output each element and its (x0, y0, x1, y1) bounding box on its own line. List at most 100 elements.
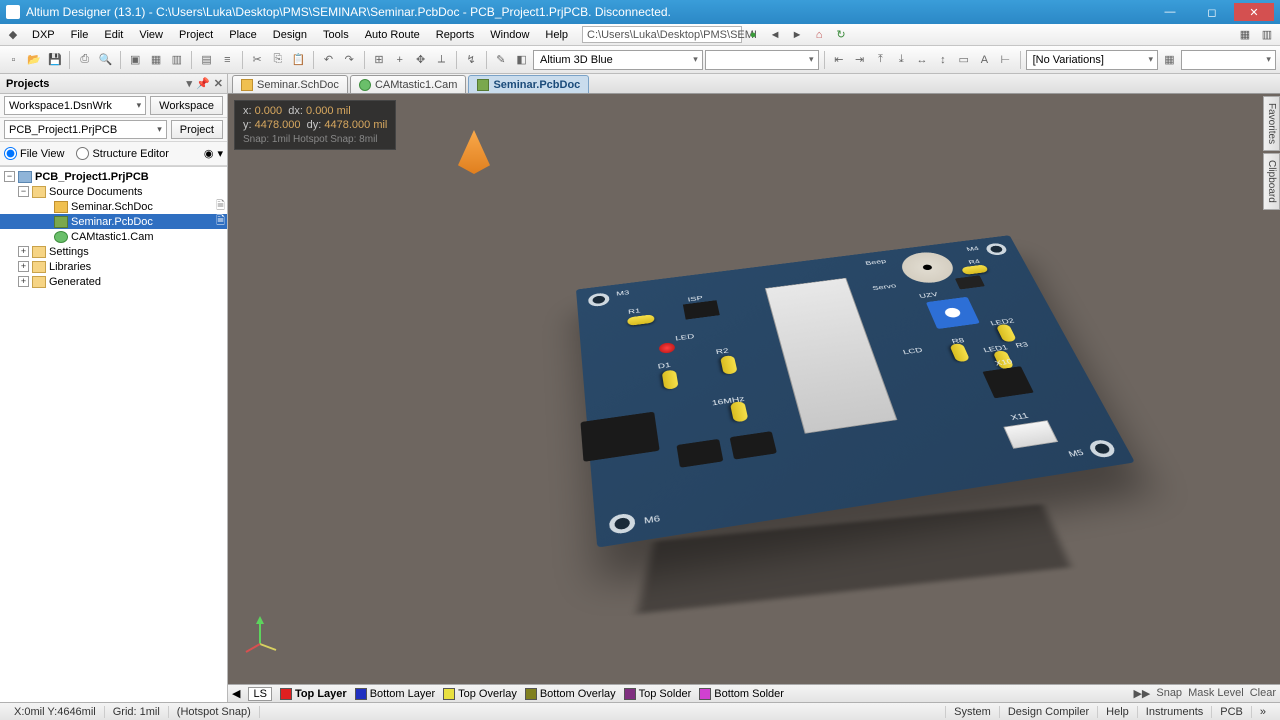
tree-schdoc[interactable]: Seminar.SchDoc🗎 (0, 199, 227, 214)
print-icon[interactable]: ⎙ (75, 50, 94, 70)
nav-home-icon[interactable]: ⌂ (810, 26, 828, 44)
menu-autoroute[interactable]: Auto Route (357, 27, 428, 43)
status-instruments[interactable]: Instruments (1137, 706, 1211, 718)
tab-cam[interactable]: CAMtastic1.Cam (350, 75, 467, 93)
extra-combo[interactable] (1181, 50, 1276, 70)
minimize-button[interactable]: — (1150, 3, 1190, 21)
menu-edit[interactable]: Edit (96, 27, 131, 43)
menu-help[interactable]: Help (537, 27, 576, 43)
redo-icon[interactable]: ↷ (340, 50, 359, 70)
tree-generated[interactable]: +Generated (0, 274, 227, 289)
menu-dxp[interactable]: DXP (24, 27, 63, 43)
structure-editor-radio[interactable]: Structure Editor (76, 147, 168, 160)
layer-bottom[interactable]: Bottom Layer (355, 688, 435, 700)
panel-dropdown-icon[interactable]: ▾ (187, 77, 193, 90)
align-left-icon[interactable]: ⇤ (829, 50, 848, 70)
workspace-button[interactable]: Workspace (150, 96, 223, 115)
project-tree[interactable]: −PCB_Project1.PrjPCB −Source Documents S… (0, 166, 227, 702)
layer-top-solder[interactable]: Top Solder (624, 688, 692, 700)
tab-pcbdoc[interactable]: Seminar.PcbDoc (468, 75, 589, 93)
open-icon[interactable]: 📂 (25, 50, 44, 70)
select-icon[interactable]: + (390, 50, 409, 70)
preview-icon[interactable]: 🔍 (96, 50, 115, 70)
snap-button[interactable]: Snap (1156, 687, 1182, 700)
layers-icon[interactable]: ≡ (218, 50, 237, 70)
nav-go-icon[interactable]: ● (744, 26, 762, 44)
align-top-icon[interactable]: ⤒ (871, 50, 890, 70)
tree-source-documents[interactable]: −Source Documents (0, 184, 227, 199)
sidetab-clipboard[interactable]: Clipboard (1263, 153, 1280, 210)
project-dropdown[interactable]: PCB_Project1.PrjPCB (4, 120, 167, 139)
tree-cfg-icon[interactable]: ◉ (204, 147, 214, 160)
nav-back-icon[interactable]: ◄ (766, 26, 784, 44)
save-icon[interactable]: 💾 (46, 50, 65, 70)
variant-icon[interactable]: ▦ (1160, 50, 1179, 70)
tab-schdoc[interactable]: Seminar.SchDoc (232, 75, 348, 93)
align-right-icon[interactable]: ⇥ (850, 50, 869, 70)
zoom-area-icon[interactable]: ▣ (126, 50, 145, 70)
cut-icon[interactable]: ✂ (248, 50, 267, 70)
layer-bottom-overlay[interactable]: Bottom Overlay (525, 688, 616, 700)
paste-icon[interactable]: 📋 (289, 50, 308, 70)
dxp-icon[interactable]: ◆ (4, 26, 22, 44)
tree-project-root[interactable]: −PCB_Project1.PrjPCB (0, 169, 227, 184)
status-help[interactable]: Help (1097, 706, 1137, 718)
text-icon[interactable]: A (975, 50, 994, 70)
layer-nav-right-icon[interactable]: ▶▶ (1133, 687, 1150, 700)
dim-icon[interactable]: ⊢ (996, 50, 1015, 70)
align-bottom-icon[interactable]: ⤓ (892, 50, 911, 70)
grid-icon[interactable]: ⊞ (370, 50, 389, 70)
pcb-3d-viewport[interactable]: x: 0.000 dx: 0.000 mil y: 4478.000 dy: 4… (228, 94, 1280, 684)
nav-fwd-icon[interactable]: ► (788, 26, 806, 44)
menu-file[interactable]: File (63, 27, 97, 43)
variations-combo[interactable]: [No Variations] (1026, 50, 1158, 70)
menu-window[interactable]: Window (482, 27, 537, 43)
project-button[interactable]: Project (171, 120, 223, 139)
mask-level-button[interactable]: Mask Level (1188, 687, 1244, 700)
new-icon[interactable]: ▫ (4, 50, 23, 70)
menu-view[interactable]: View (131, 27, 171, 43)
tree-camdoc[interactable]: CAMtastic1.Cam (0, 229, 227, 244)
menu-design[interactable]: Design (265, 27, 315, 43)
copy-icon[interactable]: ⎘ (269, 50, 288, 70)
sidetab-favorites[interactable]: Favorites (1263, 96, 1280, 151)
cross-probe-icon[interactable]: ↯ (462, 50, 481, 70)
layout-icon[interactable]: ▦ (1236, 26, 1254, 44)
layer-bottom-solder[interactable]: Bottom Solder (699, 688, 784, 700)
close-button[interactable]: ✕ (1234, 3, 1274, 21)
color-scheme-combo[interactable]: Altium 3D Blue (533, 50, 703, 70)
highlight-icon[interactable]: ✎ (491, 50, 510, 70)
zoom-sel-icon[interactable]: ▥ (167, 50, 186, 70)
panel-pin-icon[interactable]: 📌 (196, 77, 210, 90)
panel-close-icon[interactable]: ✕ (214, 77, 223, 90)
status-menu-icon[interactable]: » (1251, 706, 1274, 718)
menu-tools[interactable]: Tools (315, 27, 357, 43)
workspace-dropdown[interactable]: Workspace1.DsnWrk (4, 96, 146, 115)
layer-top[interactable]: Top Layer (280, 688, 347, 700)
distribute-v-icon[interactable]: ↕ (933, 50, 952, 70)
undo-icon[interactable]: ↶ (319, 50, 338, 70)
layer-top-overlay[interactable]: Top Overlay (443, 688, 517, 700)
file-view-radio[interactable]: File View (4, 147, 64, 160)
board-icon[interactable]: ▤ (197, 50, 216, 70)
status-pcb[interactable]: PCB (1211, 706, 1251, 718)
tree-filter-icon[interactable]: ▾ (217, 147, 223, 160)
color-icon[interactable]: ▥ (1258, 26, 1276, 44)
menu-project[interactable]: Project (171, 27, 221, 43)
menu-reports[interactable]: Reports (428, 27, 483, 43)
address-box[interactable]: C:\Users\Luka\Desktop\PMS\SEMI (582, 26, 742, 43)
distribute-h-icon[interactable]: ↔ (913, 50, 932, 70)
nav-refresh-icon[interactable]: ↻ (832, 26, 850, 44)
filter-combo[interactable] (705, 50, 819, 70)
rect-icon[interactable]: ▭ (954, 50, 973, 70)
layer-set-button[interactable]: LS (248, 687, 271, 701)
tree-pcbdoc[interactable]: Seminar.PcbDoc🗎 (0, 214, 227, 229)
tree-libraries[interactable]: +Libraries (0, 259, 227, 274)
tree-settings[interactable]: +Settings (0, 244, 227, 259)
maximize-button[interactable]: ◻ (1192, 3, 1232, 21)
status-system[interactable]: System (945, 706, 999, 718)
projects-panel-header[interactable]: Projects ▾📌✕ (0, 74, 227, 94)
status-compiler[interactable]: Design Compiler (999, 706, 1097, 718)
clear-button[interactable]: Clear (1250, 687, 1276, 700)
clear-hl-icon[interactable]: ◧ (512, 50, 531, 70)
